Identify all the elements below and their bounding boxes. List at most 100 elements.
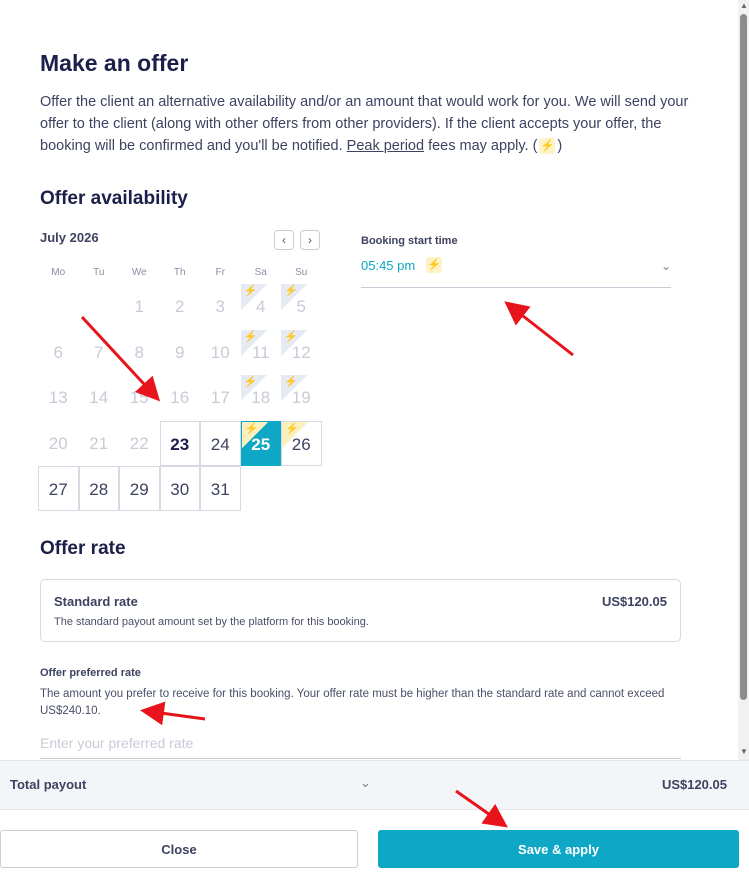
- peak-period-link[interactable]: Peak period: [347, 138, 424, 154]
- calendar-day-number: 22: [129, 433, 149, 453]
- close-button[interactable]: Close: [0, 830, 358, 868]
- preferred-rate-input[interactable]: [40, 727, 681, 759]
- prev-month-button[interactable]: ‹: [274, 230, 294, 250]
- scroll-up-icon[interactable]: ▲: [740, 2, 748, 10]
- calendar-day: 21: [79, 421, 120, 466]
- calendar-day-selected[interactable]: ⚡ 25: [240, 420, 281, 466]
- calendar-day-number: 23: [170, 434, 190, 454]
- chevron-left-icon: ‹: [282, 233, 286, 247]
- lightning-icon: ⚡: [284, 330, 298, 343]
- calendar-day-number: 6: [53, 342, 63, 362]
- calendar-day: 15: [119, 375, 160, 420]
- calendar-day-number: 29: [129, 480, 149, 499]
- calendar-month: July 2026: [40, 230, 99, 245]
- calendar-day[interactable]: 29: [119, 466, 160, 511]
- calendar-day: 20: [38, 421, 79, 466]
- calendar-day-number: 19: [291, 388, 311, 407]
- calendar-day-number: 27: [48, 480, 68, 499]
- calendar-day[interactable]: 28: [78, 466, 119, 511]
- calendar-day-number: 28: [89, 480, 109, 499]
- calendar-day: 22: [119, 421, 160, 466]
- calendar-day: 16: [160, 375, 201, 420]
- total-payout-amount: US$120.05: [661, 777, 727, 792]
- next-month-button[interactable]: ›: [300, 230, 320, 250]
- calendar-day-number: 3: [215, 297, 225, 316]
- lightning-icon: ⚡: [426, 257, 442, 273]
- weekday-label: Mo: [51, 267, 66, 278]
- standard-rate-title: Standard rate: [54, 594, 138, 609]
- calendar-day: 10: [200, 330, 241, 375]
- total-payout-bar[interactable]: Total payout ⌄ US$120.05: [0, 760, 749, 810]
- weekday-label: We: [131, 267, 147, 278]
- offer-modal-body: Make an offer Offer the client an altern…: [0, 0, 738, 760]
- calendar-day[interactable]: 27: [38, 466, 79, 511]
- preferred-rate-label: Offer preferred rate: [40, 667, 141, 679]
- calendar-day: 14: [79, 375, 120, 420]
- lightning-icon: ⚡: [284, 285, 298, 297]
- standard-rate-amount: US$120.05: [601, 594, 667, 609]
- calendar-day: 9: [160, 330, 201, 375]
- lightning-icon: ⚡: [243, 376, 258, 388]
- save-apply-button[interactable]: Save & apply: [378, 830, 739, 868]
- calendar-day: 8: [119, 330, 160, 375]
- weekday-label: Tu: [93, 267, 105, 278]
- calendar-day-number: 16: [170, 388, 190, 407]
- rate-heading: Offer rate: [40, 538, 126, 559]
- chevron-down-icon[interactable]: ⌄: [360, 775, 371, 791]
- calendar-day[interactable]: 30: [159, 466, 200, 511]
- scroll-down-icon[interactable]: ▼: [740, 748, 748, 756]
- total-payout-label: Total payout: [10, 777, 87, 792]
- calendar-day: ⚡ 12: [281, 329, 322, 375]
- calendar-day: 1: [119, 284, 160, 329]
- calendar-day-number: 31: [210, 480, 230, 499]
- calendar-day-number: 17: [210, 388, 230, 407]
- calendar-day: ⚡ 5: [281, 284, 322, 329]
- standard-rate-description: The standard payout amount set by the pl…: [54, 616, 369, 628]
- calendar-day-number: 11: [251, 342, 270, 362]
- lightning-icon: ⚡: [284, 376, 298, 388]
- standard-rate-card: Standard rate US$120.05 The standard pay…: [40, 579, 681, 642]
- scrollbar[interactable]: ▲ ▼: [738, 0, 749, 760]
- calendar-day: ⚡ 19: [281, 375, 322, 420]
- lightning-icon: ⚡: [243, 285, 258, 297]
- calendar-day-number: 24: [210, 434, 230, 454]
- calendar-day[interactable]: 23: [159, 420, 200, 466]
- calendar-day-number: 5: [296, 297, 306, 316]
- weekday-label: Su: [295, 267, 308, 278]
- booking-start-time-label: Booking start time: [361, 235, 458, 247]
- calendar-day[interactable]: 31: [200, 466, 241, 511]
- calendar-day-number: 13: [48, 388, 68, 407]
- calendar-day-number: 7: [94, 342, 104, 362]
- calendar-day-number: 21: [89, 433, 109, 453]
- calendar-day: ⚡ 11: [240, 329, 282, 375]
- preferred-rate-description: The amount you prefer to receive for thi…: [40, 688, 665, 717]
- lightning-icon: ⚡: [244, 422, 259, 435]
- lightning-icon: ⚡: [243, 330, 258, 343]
- weekday-label: Sa: [254, 267, 267, 278]
- intro-close-paren: ): [557, 138, 563, 154]
- calendar-day-number: 1: [134, 297, 144, 316]
- scrollbar-thumb[interactable]: [740, 14, 747, 700]
- calendar-day: 17: [200, 375, 241, 420]
- weekday-label: Th: [173, 267, 186, 278]
- weekday-label: Fr: [215, 267, 225, 278]
- intro-text: Offer the client an alternative availabi…: [40, 91, 700, 157]
- calendar-day-number: 30: [170, 480, 190, 499]
- calendar-day: 13: [38, 375, 79, 420]
- booking-start-time-value: 05:45 pm: [361, 258, 416, 273]
- calendar-day: 2: [160, 284, 201, 329]
- calendar-day[interactable]: 24: [200, 420, 241, 466]
- page-title: Make an offer: [40, 50, 189, 76]
- weekday-header: Mo Tu We Th Fr Sa Su: [38, 267, 322, 278]
- booking-start-time-select[interactable]: 05:45 pm ⚡ ⌄: [361, 254, 671, 288]
- calendar-day: ⚡ 4: [240, 284, 282, 329]
- calendar-day: ⚡ 18: [240, 375, 282, 420]
- intro-text-fees: fees may apply. (: [428, 138, 538, 154]
- calendar-day: 7: [79, 330, 120, 375]
- calendar-day-number: 14: [89, 388, 109, 407]
- calendar-day: 6: [38, 330, 79, 375]
- calendar-day-number: 8: [134, 342, 144, 362]
- calendar-day-number: 9: [175, 342, 185, 362]
- calendar-day-number: 26: [291, 434, 311, 454]
- calendar-day[interactable]: ⚡ 26: [281, 420, 322, 466]
